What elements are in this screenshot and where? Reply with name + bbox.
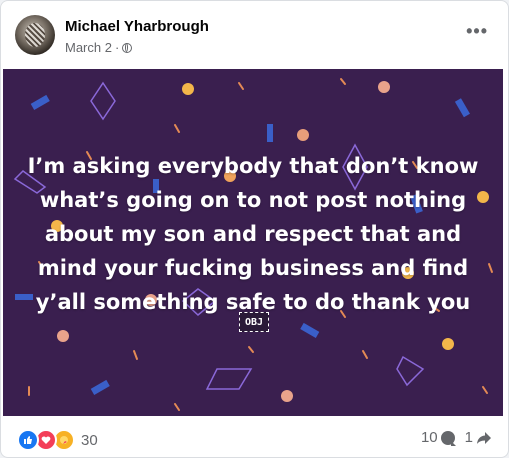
author-name[interactable]: Michael Yharbrough [65, 18, 209, 35]
post-meta: March 2 · [65, 40, 133, 55]
comment-count: 10 [420, 429, 438, 446]
post-header: Michael Yharbrough March 2 · ••• [1, 1, 508, 69]
globe-icon[interactable] [122, 42, 133, 53]
share-icon [477, 431, 491, 444]
more-options-icon[interactable]: ••• [466, 22, 488, 40]
object-placeholder: OBJ [239, 312, 269, 332]
author-avatar[interactable] [15, 15, 55, 55]
post-background: I’m asking everybody that don’t know wha… [3, 69, 503, 416]
post-text: I’m asking everybody that don’t know wha… [27, 154, 479, 314]
reactions-summary[interactable]: 30 [17, 429, 98, 451]
engagement-summary: 10 1 [421, 429, 492, 446]
comment-count-link[interactable]: 10 [420, 429, 456, 446]
share-count: 1 [464, 429, 473, 446]
post-card: Michael Yharbrough March 2 · ••• I’m ask… [0, 0, 509, 458]
reaction-count[interactable]: 30 [81, 432, 98, 449]
share-count-link[interactable]: 1 [465, 429, 492, 446]
comment-icon [440, 430, 456, 446]
post-footer: 30 10 1 [1, 417, 508, 457]
post-date[interactable]: March 2 [65, 40, 112, 55]
like-icon [17, 429, 39, 451]
meta-separator: · [114, 40, 120, 55]
